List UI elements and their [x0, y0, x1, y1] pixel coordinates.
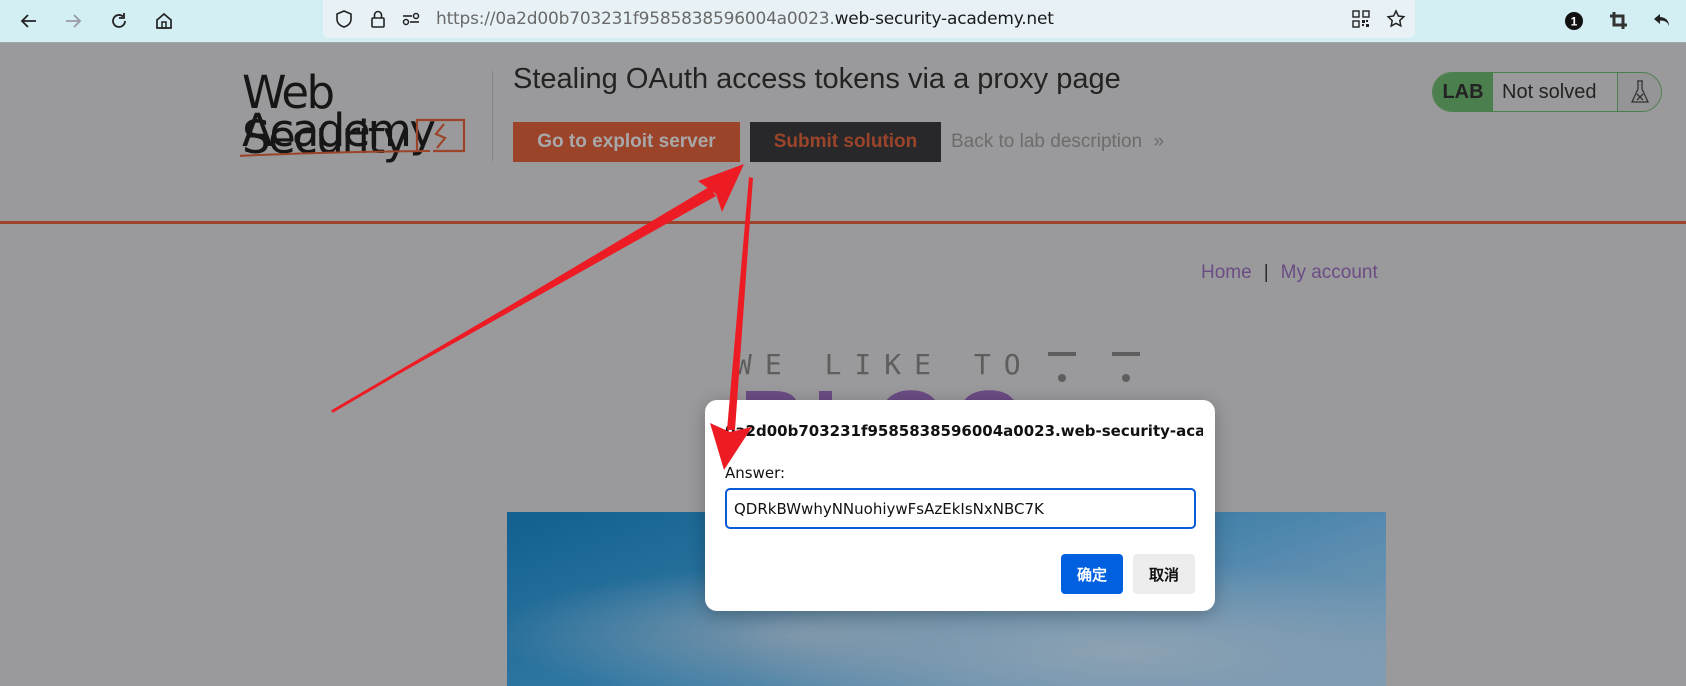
prompt-dialog: 0a2d00b703231f9585838596004a0023.web-sec…	[705, 400, 1215, 611]
lab-status-text: Not solved	[1493, 73, 1618, 111]
svg-text:1: 1	[1571, 15, 1578, 29]
extension-badge-button[interactable]: 1	[1561, 8, 1587, 34]
site-permissions-icon[interactable]	[400, 8, 422, 30]
logo-lightning-icon	[240, 118, 466, 157]
answer-label: Answer:	[725, 464, 786, 482]
crop-button[interactable]	[1606, 8, 1632, 34]
header-divider	[492, 71, 493, 161]
arrow-right-icon	[66, 14, 82, 28]
blog-face-eye-left	[1048, 352, 1076, 382]
top-nav: Home | My account	[1201, 262, 1378, 284]
back-link-label: Back to lab description	[951, 131, 1143, 152]
lock-icon[interactable]	[367, 8, 389, 30]
flask-icon	[1618, 73, 1661, 111]
nav-my-account-link[interactable]: My account	[1281, 262, 1378, 283]
chevron-double-right-icon: »	[1153, 131, 1165, 152]
bookmark-star-button[interactable]	[1385, 8, 1407, 30]
qr-code-icon[interactable]	[1350, 8, 1372, 30]
go-to-exploit-server-button[interactable]: Go to exploit server	[513, 122, 740, 162]
arrow-left-icon	[20, 14, 36, 28]
back-button[interactable]	[16, 8, 42, 34]
tracking-protection-shield-icon[interactable]	[333, 8, 355, 30]
cancel-button[interactable]: 取消	[1133, 554, 1195, 594]
lab-title: Stealing OAuth access tokens via a proxy…	[513, 63, 1121, 95]
dialog-origin: 0a2d00b703231f9585838596004a0023.web-sec…	[725, 422, 1203, 440]
browser-toolbar: https://0a2d00b703231f9585838596004a0023…	[0, 0, 1686, 43]
nav-separator: |	[1263, 262, 1269, 283]
lab-label: LAB	[1433, 73, 1493, 111]
header-separator	[0, 221, 1686, 224]
nav-home-link[interactable]: Home	[1201, 262, 1252, 283]
url-host: web-security-academy.net	[834, 9, 1054, 29]
web-security-academy-logo[interactable]: Web Security Academy	[240, 68, 490, 168]
back-to-lab-description-link[interactable]: Back to lab description »	[951, 131, 1164, 153]
url-prefix: https://0a2d00b703231f9585838596004a0023…	[436, 9, 835, 29]
reload-icon	[112, 13, 126, 28]
star-icon	[1386, 9, 1406, 28]
url-text[interactable]: https://0a2d00b703231f9585838596004a0023…	[436, 9, 1054, 29]
home-icon	[156, 12, 172, 29]
home-button[interactable]	[151, 8, 177, 34]
extension-badge-icon: 1	[1565, 12, 1583, 30]
reload-button[interactable]	[106, 8, 132, 34]
answer-input[interactable]	[725, 488, 1196, 529]
ok-button[interactable]: 确定	[1061, 554, 1123, 594]
screenshot-crop-icon	[1610, 12, 1627, 29]
undo-icon	[1654, 14, 1669, 27]
forward-button[interactable]	[60, 8, 86, 34]
address-bar[interactable]: https://0a2d00b703231f9585838596004a0023…	[323, 0, 1415, 38]
lab-status-badge: LAB Not solved	[1432, 72, 1662, 112]
submit-solution-button[interactable]: Submit solution	[750, 122, 941, 162]
blog-face-eye-right	[1112, 352, 1140, 382]
undo-button[interactable]	[1650, 8, 1676, 34]
